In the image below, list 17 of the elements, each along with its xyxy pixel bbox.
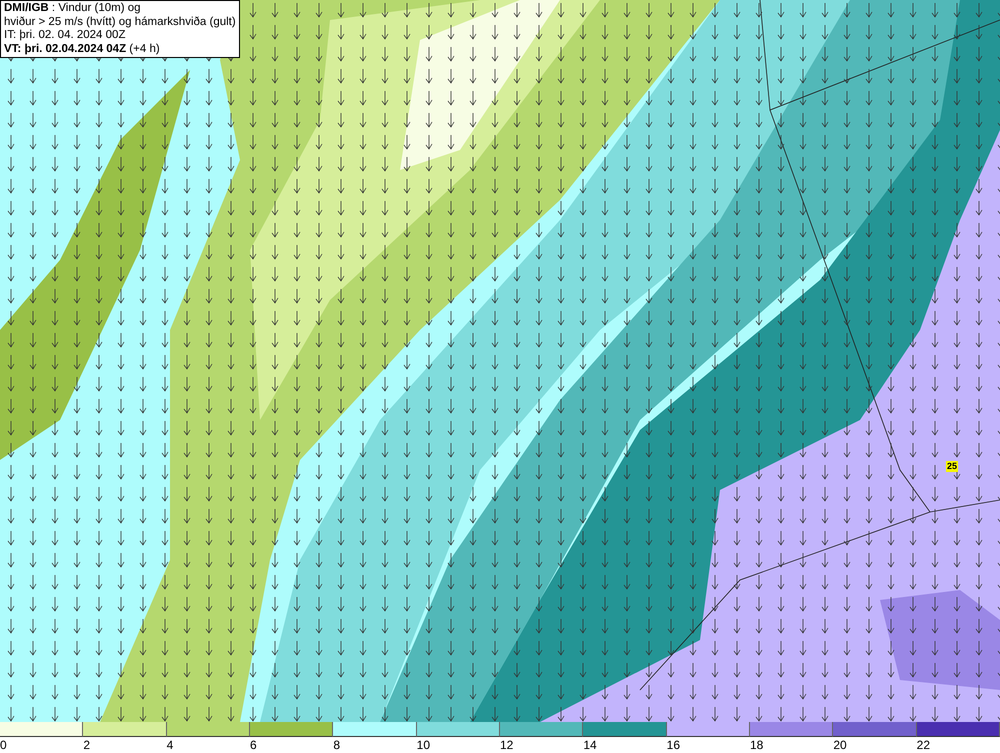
info-line: hviður > 25 m/s (hvítt) og hámarkshviða (gult) [4, 16, 236, 29]
legend-tick: 20 [833, 737, 847, 753]
legend-tick: 10 [416, 737, 430, 753]
legend-tick: 12 [500, 737, 514, 753]
legend-tick: 4 [166, 737, 174, 753]
legend-tick: 22 [916, 737, 930, 753]
legend-tick: 0 [0, 737, 7, 753]
legend-tick: 6 [250, 737, 257, 753]
legend-tick: 2 [83, 737, 90, 753]
legend-tick: 14 [583, 737, 597, 753]
gust-label: 25 [946, 461, 958, 472]
info-line: IT: þri. 02. 04. 2024 00Z [4, 29, 126, 42]
legend-tick: 16 [666, 737, 680, 753]
legend-tick: 8 [333, 737, 340, 753]
legend-tick: 18 [750, 737, 764, 753]
info-line: VT: þri. 02.04.2024 04Z (+4 h) [4, 42, 161, 56]
info-line: DMI/IGB : Vindur (10m) og [4, 2, 142, 16]
